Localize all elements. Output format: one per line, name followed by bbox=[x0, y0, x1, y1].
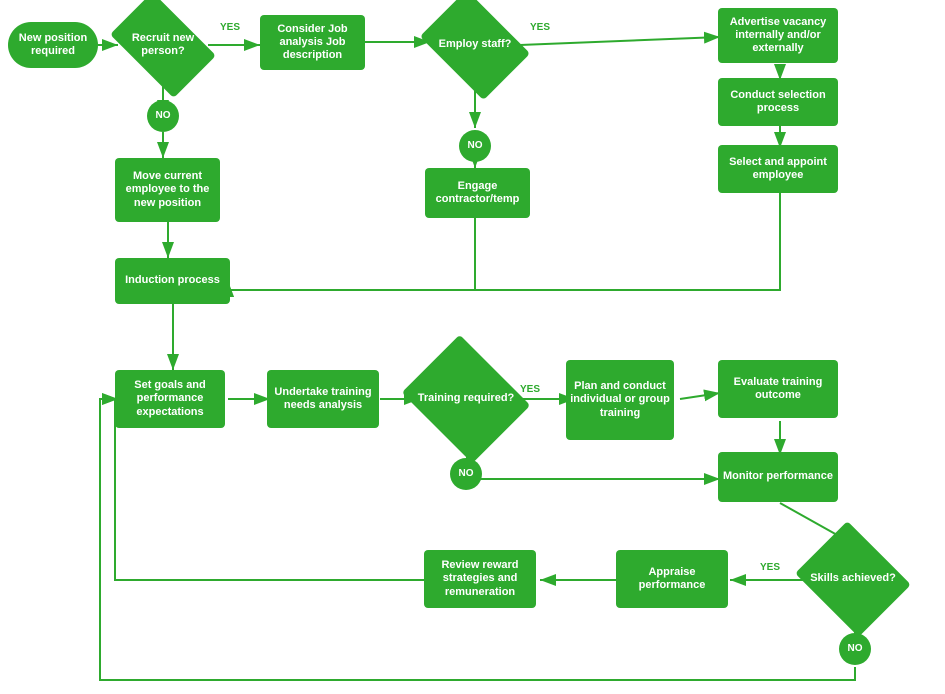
no-bubble-1: NO bbox=[147, 100, 179, 132]
yes-label-4: YES bbox=[760, 562, 780, 573]
monitor-performance-node: Monitor performance bbox=[718, 452, 838, 502]
consider-job-node: Consider Job analysis Job description bbox=[260, 15, 365, 70]
employ-staff-node: Employ staff? bbox=[430, 12, 520, 78]
no-bubble-4: NO bbox=[839, 633, 871, 665]
plan-conduct-node: Plan and conduct individual or group tra… bbox=[566, 360, 674, 440]
set-goals-node: Set goals and performance expectations bbox=[115, 370, 225, 428]
evaluate-training-node: Evaluate training outcome bbox=[718, 360, 838, 418]
select-appoint-node: Select and appoint employee bbox=[718, 145, 838, 193]
review-reward-node: Review reward strategies and remuneratio… bbox=[424, 550, 536, 608]
move-employee-node: Move current employee to the new positio… bbox=[115, 158, 220, 222]
yes-label-2: YES bbox=[530, 22, 550, 33]
appraise-node: Appraise performance bbox=[616, 550, 728, 608]
yes-label-3: YES bbox=[520, 384, 540, 395]
recruit-new-node: Recruit new person? bbox=[118, 15, 208, 75]
induction-node: Induction process bbox=[115, 258, 230, 304]
no-bubble-2: NO bbox=[459, 130, 491, 162]
advertise-node: Advertise vacancy internally and/or exte… bbox=[718, 8, 838, 63]
skills-achieved-node: Skills achieved? bbox=[808, 542, 898, 616]
conduct-selection-node: Conduct selection process bbox=[718, 78, 838, 126]
training-required-node: Training required? bbox=[416, 358, 516, 440]
undertake-training-node: Undertake training needs analysis bbox=[267, 370, 379, 428]
no-bubble-3: NO bbox=[450, 458, 482, 490]
new-position-node: New position required bbox=[8, 22, 98, 68]
flowchart: New position required Recruit new person… bbox=[0, 0, 945, 694]
engage-contractor-node: Engage contractor/temp bbox=[425, 168, 530, 218]
yes-label-1: YES bbox=[220, 22, 240, 33]
